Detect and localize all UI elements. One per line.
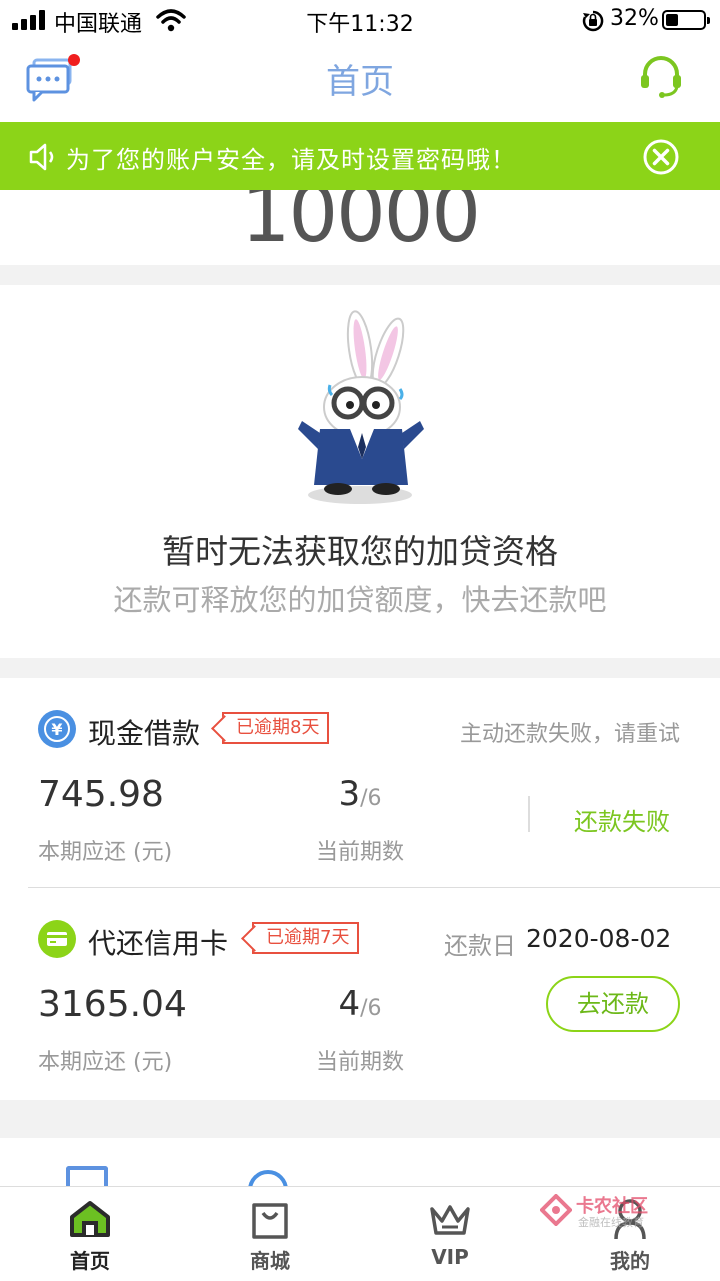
unread-dot (68, 54, 80, 66)
period-total: /6 (360, 996, 382, 1021)
status-bar: 中国联通 下午11:32 32% (0, 0, 720, 40)
home-icon (70, 1201, 110, 1237)
empty-state-title: 暂时无法获取您的加贷资格 (162, 532, 558, 571)
period-current: 4 (338, 984, 361, 1024)
tab-vip[interactable]: VIP (390, 1187, 510, 1281)
shopping-bag-icon (252, 1203, 288, 1239)
watermark-logo (540, 1194, 572, 1226)
loan-eligibility-card: 暂时无法获取您的加贷资格 还款可释放您的加贷额度，快去还款吧 (0, 285, 720, 658)
tab-mall[interactable]: 商城 (210, 1187, 330, 1281)
credit-card-icon (38, 920, 76, 958)
credit-amount-card: 10000 (0, 190, 720, 265)
due-amount-label: 本期应还 (元) (38, 840, 173, 865)
rotation-lock-icon (582, 10, 604, 32)
period-current: 3 (338, 774, 361, 814)
tab-label: 首页 (70, 1249, 110, 1273)
period-count: 3/6 (300, 774, 420, 814)
period-total: /6 (360, 786, 382, 811)
yuan-coin-icon: ¥ (38, 710, 76, 748)
period-count: 4/6 (300, 984, 420, 1024)
close-icon[interactable] (642, 138, 680, 176)
credit-amount: 10000 (240, 190, 481, 260)
tab-label: 商城 (250, 1249, 290, 1273)
tab-label: 我的 (610, 1249, 650, 1273)
due-amount: 745.98 (38, 774, 164, 815)
security-banner[interactable]: 为了您的账户安全，请及时设置密码哦！ (0, 122, 720, 190)
page-title: 首页 (326, 62, 394, 102)
cash-loan-item[interactable]: ¥ 现金借款 已逾期8天 主动还款失败，请重试 745.98 本期应还 (元) … (0, 678, 720, 887)
speaker-icon (29, 143, 54, 171)
battery-percent: 32% (610, 6, 659, 31)
due-amount: 3165.04 (38, 984, 187, 1025)
messages-button[interactable] (26, 54, 80, 104)
loans-card: ¥ 现金借款 已逾期8天 主动还款失败，请重试 745.98 本期应还 (元) … (0, 678, 720, 1100)
due-date-label: 还款日 (444, 932, 516, 960)
due-date: 2020-08-02 (526, 924, 672, 953)
credit-card-repay-item[interactable]: 代还信用卡 已逾期7天 还款日 2020-08-02 3165.04 本期应还 … (0, 888, 720, 1100)
period-label: 当前期数 (315, 1050, 404, 1075)
svg-text:¥: ¥ (51, 720, 62, 739)
battery-icon (662, 10, 710, 30)
period-label: 当前期数 (315, 840, 404, 865)
headset-icon[interactable] (638, 54, 684, 100)
loan-name: 代还信用卡 (88, 927, 229, 960)
overdue-badge: 已逾期7天 (252, 922, 360, 954)
vertical-divider (528, 796, 530, 832)
repay-button[interactable]: 去还款 (546, 976, 680, 1032)
watermark: 卡农社区 金融在线教育 (540, 1192, 690, 1232)
empty-state-subtitle: 还款可释放您的加贷额度，快去还款吧 (113, 583, 607, 617)
banner-text: 为了您的账户安全，请及时设置密码哦！ (66, 146, 516, 174)
watermark-tagline: 金融在线教育 (578, 1216, 644, 1229)
nav-bar: 首页 (0, 40, 720, 122)
crown-icon (430, 1205, 470, 1235)
tab-home[interactable]: 首页 (30, 1187, 150, 1281)
repay-failed-message: 主动还款失败，请重试 (459, 722, 680, 747)
due-amount-label: 本期应还 (元) (38, 1050, 173, 1075)
loan-name: 现金借款 (88, 717, 201, 750)
rabbit-mascot-image (298, 310, 424, 504)
service-icon (66, 1166, 108, 1188)
overdue-badge: 已逾期8天 (222, 712, 330, 744)
repay-failed-status[interactable]: 还款失败 (574, 802, 670, 837)
tab-label: VIP (431, 1245, 469, 1269)
